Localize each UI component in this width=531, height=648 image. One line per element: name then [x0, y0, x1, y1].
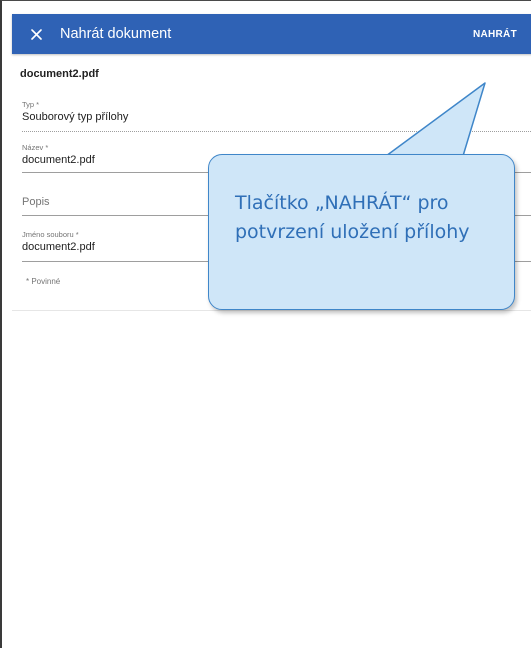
type-select[interactable]: Typ * Souborový typ přílohy — [22, 100, 531, 132]
dialog-title: Nahrát dokument — [60, 26, 172, 42]
type-underline — [22, 131, 531, 132]
type-label: Typ * — [22, 100, 40, 109]
required-note: * Povinné — [26, 277, 61, 286]
close-button[interactable] — [12, 14, 60, 54]
upload-button[interactable]: NAHRÁT — [457, 14, 531, 54]
section-divider — [12, 310, 531, 311]
callout-text: Tlačítko „NAHRÁT“ pro potvrzení uložení … — [235, 192, 470, 243]
document-name: document2.pdf — [20, 68, 99, 80]
app-window: Nahrát dokument NAHRÁT document2.pdf Typ… — [0, 0, 531, 648]
type-value: Souborový typ přílohy — [22, 111, 129, 123]
app-bar: Nahrát dokument NAHRÁT — [12, 14, 531, 54]
annotation-callout: Tlačítko „NAHRÁT“ pro potvrzení uložení … — [208, 154, 515, 310]
close-icon — [30, 28, 42, 40]
name-label: Název * — [22, 143, 49, 152]
